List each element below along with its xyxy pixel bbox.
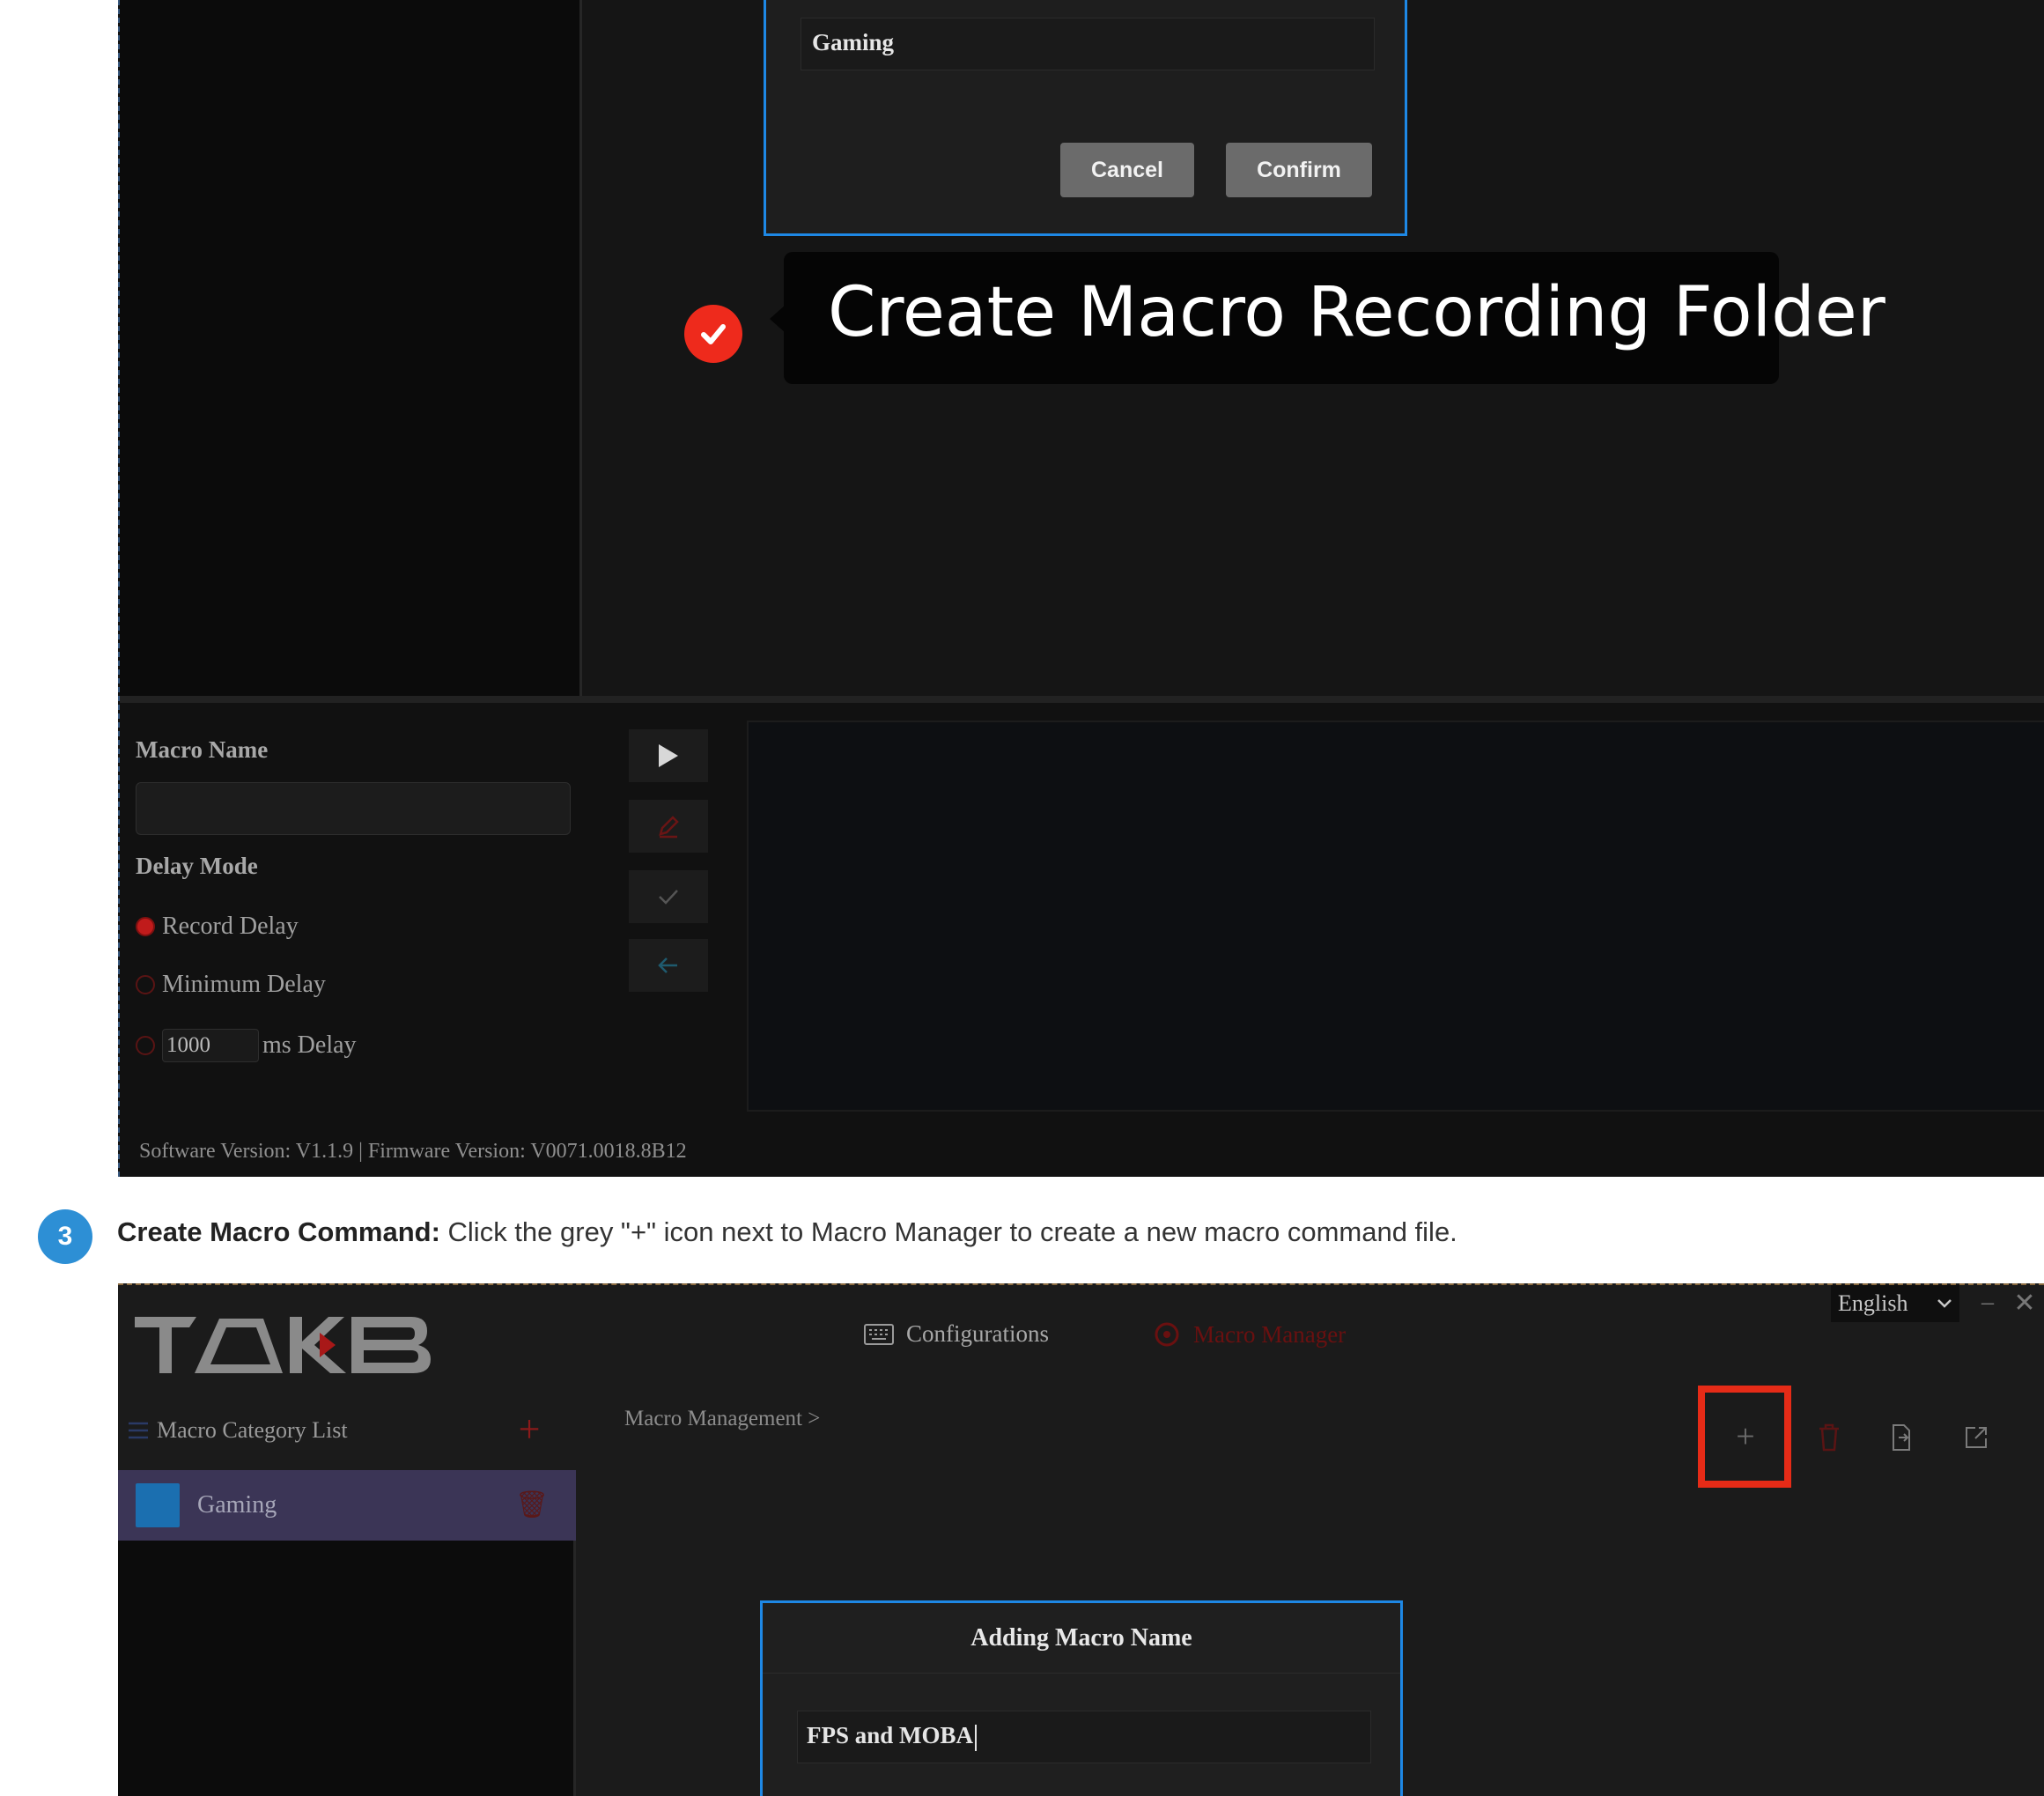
save-button[interactable] [629, 870, 708, 923]
close-icon[interactable]: ✕ [2010, 1285, 2040, 1320]
keyboard-icon [864, 1323, 894, 1345]
macro-editor-panel: Macro Name Delay Mode Record Delay Minim… [120, 703, 2044, 1177]
nav-macro-label: Macro Manager [1193, 1320, 1347, 1348]
folder-name-input[interactable]: Gaming [801, 18, 1375, 70]
macro-name-input[interactable] [136, 782, 571, 835]
macro-manager-screenshot-1: Gaming Cancel Confirm Create Macro Recor… [118, 0, 2044, 1177]
ms-delay-option[interactable]: 1000 ms Delay [136, 1029, 357, 1062]
dialog-title: Adding Macro Name [763, 1603, 1400, 1674]
arrow-left-icon [658, 957, 677, 973]
category-list-label: Macro Category List [157, 1417, 348, 1443]
language-value: English [1838, 1290, 1908, 1316]
delay-mode-label: Delay Mode [136, 853, 258, 879]
cancel-button[interactable]: Cancel [1060, 143, 1194, 197]
text-caret [975, 1724, 978, 1751]
edit-button[interactable] [629, 800, 708, 853]
radio-selected[interactable] [136, 917, 155, 936]
step-instruction: Create Macro Command: Click the grey "+"… [117, 1216, 1457, 1248]
minimize-button[interactable]: – [1974, 1287, 2001, 1319]
chevron-down-icon [1937, 1299, 1952, 1308]
play-icon [659, 744, 678, 767]
list-icon [129, 1422, 148, 1439]
add-macro-dialog: Adding Macro Name FPS and MOBA [760, 1600, 1403, 1796]
ms-delay-label: ms Delay [262, 1031, 357, 1059]
category-list-header: Macro Category List [127, 1408, 576, 1452]
macro-name-value: FPS and MOBA [807, 1722, 974, 1748]
brand-logo [131, 1297, 466, 1386]
record-delay-label: Record Delay [162, 913, 299, 940]
callout-banner: Create Macro Recording Folder [784, 252, 1885, 384]
export-button[interactable] [1950, 1407, 2003, 1468]
confirm-button[interactable]: Confirm [1226, 143, 1372, 197]
step-number-badge: 3 [38, 1209, 92, 1264]
category-sidebar [120, 0, 582, 696]
macro-name-label: Macro Name [136, 736, 269, 763]
trash-icon[interactable]: 🗑 [514, 1482, 550, 1526]
panel-divider [120, 696, 2044, 703]
export-icon [1966, 1427, 1987, 1448]
category-item-gaming[interactable]: Gaming [118, 1470, 576, 1541]
macro-icon [1155, 1322, 1179, 1347]
play-button[interactable] [629, 729, 708, 782]
language-select[interactable]: English [1831, 1285, 1959, 1322]
delete-macro-button[interactable] [1803, 1407, 1856, 1468]
breadcrumb: Macro Management > [624, 1407, 821, 1430]
checkmark-icon [684, 305, 742, 363]
macro-name-input[interactable]: FPS and MOBA [797, 1711, 1371, 1763]
nav-macro-manager[interactable]: Macro Manager [1153, 1320, 1346, 1349]
macro-manager-screenshot-2: Configurations Macro Manager English – ✕… [118, 1283, 2044, 1796]
radio-unselected[interactable] [136, 1036, 155, 1055]
minimum-delay-label: Minimum Delay [162, 971, 326, 998]
add-category-button[interactable]: + [512, 1407, 547, 1451]
nav-configurations-label: Configurations [906, 1320, 1049, 1347]
pencil-icon [659, 816, 679, 839]
radio-unselected[interactable] [136, 975, 155, 994]
back-button[interactable] [629, 939, 708, 992]
import-file-icon [1893, 1424, 1910, 1451]
ms-delay-input[interactable]: 1000 [162, 1029, 259, 1062]
callout-text: Create Macro Recording Folder [828, 273, 1885, 352]
check-icon [659, 890, 678, 905]
category-item-label: Gaming [197, 1491, 277, 1519]
step-description: Click the grey "+" icon next to Macro Ma… [439, 1216, 1457, 1247]
version-info: Software Version: V1.1.9 | Firmware Vers… [139, 1140, 687, 1163]
folder-icon [136, 1483, 180, 1527]
macro-steps-area[interactable] [747, 721, 2044, 1112]
import-button[interactable] [1875, 1407, 1928, 1468]
nav-configurations[interactable]: Configurations [864, 1320, 1049, 1348]
step-title: Create Macro Command: [117, 1216, 440, 1247]
create-folder-dialog: Gaming Cancel Confirm [764, 0, 1407, 236]
trash-icon [1819, 1423, 1839, 1452]
record-delay-option[interactable]: Record Delay [136, 913, 299, 941]
add-macro-button[interactable]: + [1710, 1401, 1781, 1472]
minimum-delay-option[interactable]: Minimum Delay [136, 971, 326, 999]
